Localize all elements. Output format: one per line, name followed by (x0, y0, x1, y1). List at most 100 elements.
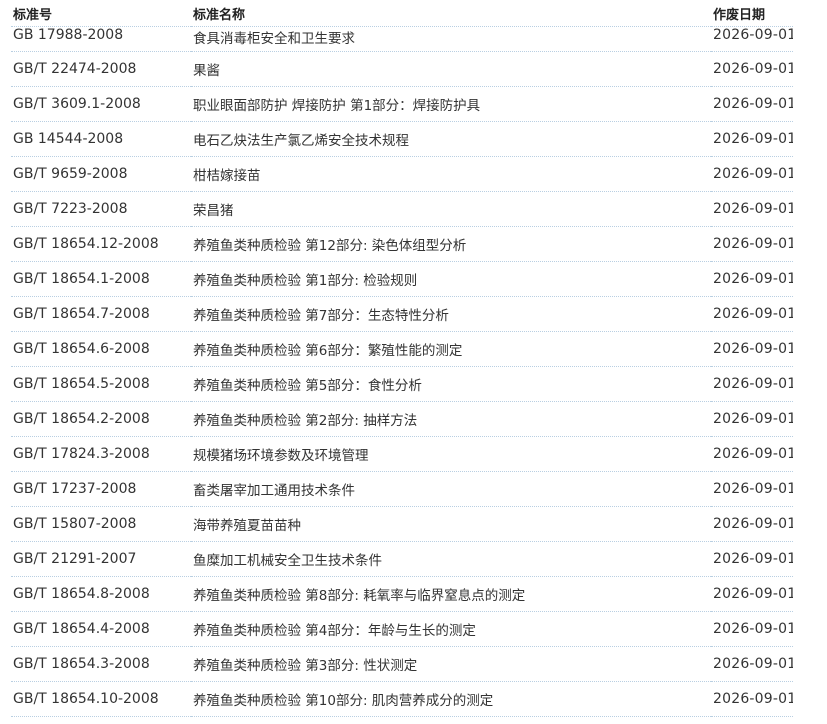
table-row: GB/T 18654.2-2008 养殖鱼类种质检验 第2部分: 抽样方法 2026… (11, 401, 793, 437)
table-row: GB/T 7223-2008 荣昌猪 2026-09-01 (11, 191, 793, 227)
table-row: GB/T 18654.1-2008 养殖鱼类种质检验 第1部分: 检验规则 2026… (11, 261, 793, 297)
standard-code-cell: GB/T 18654.10-2008 (11, 681, 191, 717)
standard-code-link[interactable]: GB/T 18654.4-2008 (13, 621, 150, 637)
abolish-date-cell: 2026-09-01 (711, 296, 793, 332)
abolish-date-cell: 2026-09-01 (711, 226, 793, 262)
standard-name-cell: 养殖鱼类种质检验 第4部分：年龄与生长的测定 (191, 611, 711, 647)
table-header-row: 标准号 标准名称 作废日期 (11, 0, 793, 27)
standard-code-link[interactable]: GB/T 18654.2-2008 (13, 411, 150, 427)
abolish-date-cell: 2026-09-01 (711, 681, 793, 717)
standard-name-cell: 果酱 (191, 51, 711, 87)
standard-name-link[interactable]: 电石乙炔法生产氯乙烯安全技术规程 (193, 133, 409, 149)
standard-name-link[interactable]: 养殖鱼类种质检验 第4部分：年龄与生长的测定 (193, 623, 476, 639)
table-row: GB/T 18654.4-2008 养殖鱼类种质检验 第4部分：年龄与生长的测定 2… (11, 611, 793, 647)
standard-code-link[interactable]: GB/T 18654.10-2008 (13, 691, 159, 707)
abolish-date-cell: 2026-09-01 (711, 86, 793, 122)
standard-code-cell: GB/T 18654.5-2008 (11, 366, 191, 402)
standard-name-cell: 鱼糜加工机械安全卫生技术条件 (191, 541, 711, 577)
standard-name-link[interactable]: 养殖鱼类种质检验 第7部分：生态特性分析 (193, 308, 449, 324)
standard-code-cell: GB/T 18654.8-2008 (11, 576, 191, 612)
abolish-date-cell: 2026-09-01 (711, 51, 793, 87)
standard-name-cell: 柑桔嫁接苗 (191, 156, 711, 192)
standard-name-link[interactable]: 果酱 (193, 63, 220, 79)
standard-name-link[interactable]: 养殖鱼类种质检验 第12部分: 染色体组型分析 (193, 238, 466, 254)
standard-code-cell: GB/T 3609.1-2008 (11, 86, 191, 122)
standard-name-cell: 养殖鱼类种质检验 第5部分：食性分析 (191, 366, 711, 402)
standard-code-cell: GB/T 9659-2008 (11, 156, 191, 192)
column-header-abolish-date: 作废日期 (711, 0, 793, 27)
standard-code-cell: GB/T 18654.4-2008 (11, 611, 191, 647)
standard-name-cell: 养殖鱼类种质检验 第12部分: 染色体组型分析 (191, 226, 711, 262)
standard-name-link[interactable]: 规模猪场环境参数及环境管理 (193, 448, 369, 464)
standard-code-link[interactable]: GB/T 18654.5-2008 (13, 376, 150, 392)
standard-name-link[interactable]: 职业眼面部防护 焊接防护 第1部分：焊接防护具 (193, 98, 480, 114)
standard-code-cell: GB/T 21291-2007 (11, 541, 191, 577)
abolish-date-cell: 2026-09-01 (711, 401, 793, 437)
standard-code-cell: GB/T 18654.7-2008 (11, 296, 191, 332)
standard-code-link[interactable]: GB/T 18654.3-2008 (13, 656, 150, 672)
column-header-standard-name: 标准名称 (191, 0, 711, 27)
abolish-date-cell: 2026-09-01 (711, 611, 793, 647)
abolish-date-cell: 2026-09-01 (711, 26, 793, 52)
standard-code-cell: GB 17988-2008 (11, 26, 191, 52)
standard-code-link[interactable]: GB/T 18654.1-2008 (13, 271, 150, 287)
standard-name-link[interactable]: 养殖鱼类种质检验 第10部分: 肌肉营养成分的测定 (193, 693, 493, 709)
standard-code-link[interactable]: GB/T 17237-2008 (13, 481, 136, 497)
standard-code-link[interactable]: GB/T 21291-2007 (13, 551, 136, 567)
abolished-standards-table: 标准号 标准名称 作废日期 GB 17988-2008 食具消毒柜安全和卫生要求 2… (11, 0, 793, 717)
standard-code-cell: GB/T 18654.12-2008 (11, 226, 191, 262)
standard-name-link[interactable]: 畜类屠宰加工通用技术条件 (193, 483, 355, 499)
abolish-date-cell: 2026-09-01 (711, 576, 793, 612)
standard-name-link[interactable]: 养殖鱼类种质检验 第6部分：繁殖性能的测定 (193, 343, 462, 359)
standard-code-cell: GB/T 15807-2008 (11, 506, 191, 542)
standard-code-link[interactable]: GB/T 18654.6-2008 (13, 341, 150, 357)
standard-code-cell: GB 14544-2008 (11, 121, 191, 157)
standard-name-link[interactable]: 养殖鱼类种质检验 第1部分: 检验规则 (193, 273, 417, 289)
standard-name-link[interactable]: 养殖鱼类种质检验 第5部分：食性分析 (193, 378, 422, 394)
standard-name-cell: 养殖鱼类种质检验 第1部分: 检验规则 (191, 261, 711, 297)
table-row: GB/T 17824.3-2008 规模猪场环境参数及环境管理 2026-09-01 (11, 436, 793, 472)
standard-name-link[interactable]: 海带养殖夏苗苗种 (193, 518, 301, 534)
standard-name-cell: 食具消毒柜安全和卫生要求 (191, 26, 711, 52)
standard-name-link[interactable]: 鱼糜加工机械安全卫生技术条件 (193, 553, 382, 569)
standard-name-link[interactable]: 食具消毒柜安全和卫生要求 (193, 31, 355, 47)
abolish-date-cell: 2026-09-01 (711, 191, 793, 227)
standard-name-link[interactable]: 养殖鱼类种质检验 第2部分: 抽样方法 (193, 413, 417, 429)
table-row: GB/T 18654.8-2008 养殖鱼类种质检验 第8部分: 耗氧率与临界窒息… (11, 576, 793, 612)
table-row: GB/T 18654.5-2008 养殖鱼类种质检验 第5部分：食性分析 2026-… (11, 366, 793, 402)
abolish-date-cell: 2026-09-01 (711, 261, 793, 297)
abolish-date-cell: 2026-09-01 (711, 366, 793, 402)
standard-code-link[interactable]: GB 14544-2008 (13, 131, 123, 147)
standard-code-link[interactable]: GB/T 15807-2008 (13, 516, 136, 532)
abolish-date-cell: 2026-09-01 (711, 471, 793, 507)
table-row: GB/T 21291-2007 鱼糜加工机械安全卫生技术条件 2026-09-01 (11, 541, 793, 577)
column-header-standard-code: 标准号 (11, 0, 191, 27)
standard-code-cell: GB/T 18654.3-2008 (11, 646, 191, 682)
abolish-date-cell: 2026-09-01 (711, 646, 793, 682)
standard-code-link[interactable]: GB/T 18654.12-2008 (13, 236, 159, 252)
standard-code-cell: GB/T 17237-2008 (11, 471, 191, 507)
standard-name-cell: 养殖鱼类种质检验 第8部分: 耗氧率与临界窒息点的测定 (191, 576, 711, 612)
standard-name-cell: 养殖鱼类种质检验 第3部分: 性状测定 (191, 646, 711, 682)
standard-code-link[interactable]: GB/T 9659-2008 (13, 166, 127, 182)
abolish-date-cell: 2026-09-01 (711, 506, 793, 542)
table-row: GB/T 18654.3-2008 养殖鱼类种质检验 第3部分: 性状测定 2026… (11, 646, 793, 682)
standard-code-link[interactable]: GB/T 3609.1-2008 (13, 96, 141, 112)
table-row: GB 14544-2008 电石乙炔法生产氯乙烯安全技术规程 2026-09-01 (11, 121, 793, 157)
standard-code-link[interactable]: GB/T 22474-2008 (13, 61, 136, 77)
standard-code-cell: GB/T 18654.2-2008 (11, 401, 191, 437)
standard-name-link[interactable]: 柑桔嫁接苗 (193, 168, 261, 184)
standard-code-link[interactable]: GB/T 17824.3-2008 (13, 446, 150, 462)
standard-code-link[interactable]: GB/T 7223-2008 (13, 201, 127, 217)
standard-code-cell: GB/T 18654.1-2008 (11, 261, 191, 297)
standard-name-link[interactable]: 荣昌猪 (193, 203, 234, 219)
standard-code-link[interactable]: GB/T 18654.8-2008 (13, 586, 150, 602)
table-row: GB/T 18654.10-2008 养殖鱼类种质检验 第10部分: 肌肉营养成分… (11, 681, 793, 717)
standard-code-link[interactable]: GB 17988-2008 (13, 27, 123, 43)
table-row: GB/T 9659-2008 柑桔嫁接苗 2026-09-01 (11, 156, 793, 192)
table-row: GB/T 18654.7-2008 养殖鱼类种质检验 第7部分：生态特性分析 202… (11, 296, 793, 332)
standard-name-cell: 养殖鱼类种质检验 第6部分：繁殖性能的测定 (191, 331, 711, 367)
standard-name-link[interactable]: 养殖鱼类种质检验 第8部分: 耗氧率与临界窒息点的测定 (193, 588, 525, 604)
standard-code-link[interactable]: GB/T 18654.7-2008 (13, 306, 150, 322)
standard-name-link[interactable]: 养殖鱼类种质检验 第3部分: 性状测定 (193, 658, 417, 674)
